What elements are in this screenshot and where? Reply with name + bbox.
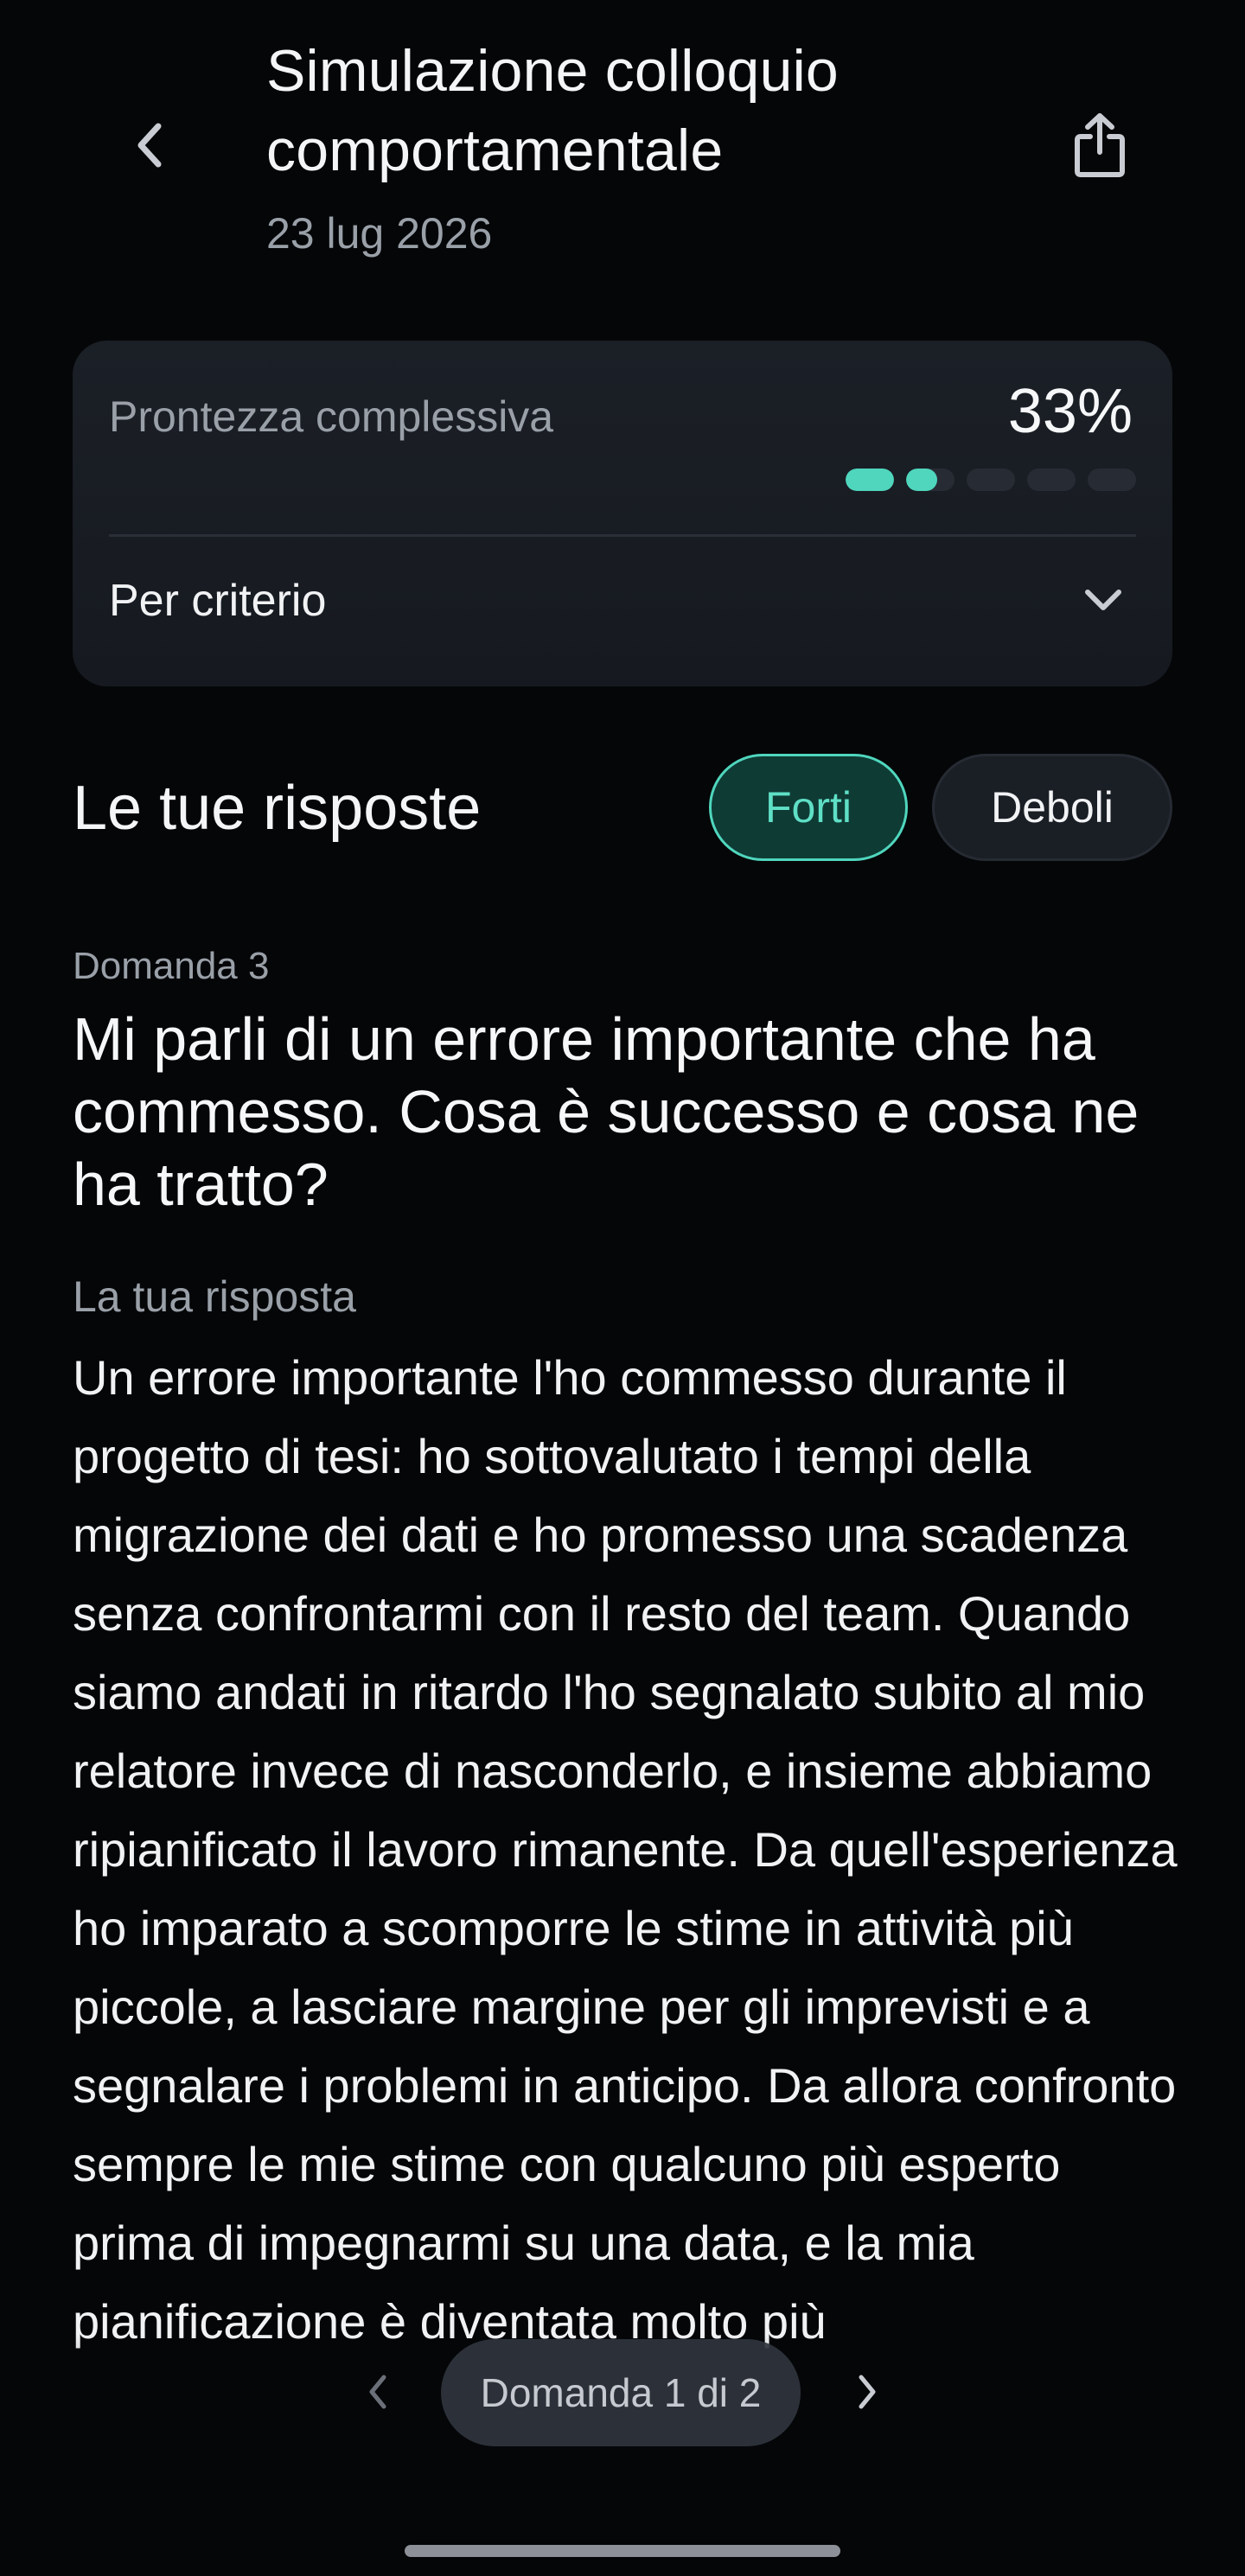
readiness-label: Prontezza complessiva	[109, 392, 554, 441]
criteria-label: Per criterio	[109, 576, 327, 626]
readiness-meter	[846, 469, 1136, 491]
back-button[interactable]	[121, 112, 178, 182]
readiness-card: Prontezza complessiva 33% Per criterio	[73, 341, 1172, 686]
answer-text: Un errore importante l'ho commesso duran…	[73, 1350, 1178, 2349]
chevron-left-icon	[365, 2372, 391, 2416]
share-icon	[1072, 111, 1127, 184]
chevron-down-icon	[1081, 581, 1126, 619]
answers-title: Le tue risposte	[73, 774, 482, 843]
next-question-button[interactable]	[837, 2363, 897, 2424]
meter-segment	[967, 469, 1015, 491]
card-divider	[109, 534, 1136, 537]
previous-question-button[interactable]	[348, 2363, 408, 2424]
chevron-right-icon	[854, 2372, 880, 2416]
meter-segment-fill	[906, 469, 938, 491]
meter-segment	[906, 469, 954, 491]
session-date: 23 lug 2026	[266, 209, 493, 258]
filter-weak-button[interactable]: Deboli	[932, 754, 1172, 861]
meter-segment	[1088, 469, 1136, 491]
criteria-expander[interactable]: Per criterio	[73, 538, 1172, 686]
answer-label: La tua risposta	[73, 1272, 356, 1321]
page-title: Simulazione colloquio comportamentale	[266, 38, 839, 183]
filter-strong-button[interactable]: Forti	[709, 754, 908, 861]
home-indicator	[405, 2545, 840, 2557]
readiness-percent: 33%	[1007, 377, 1133, 446]
meter-segment	[846, 469, 894, 491]
share-button[interactable]	[1063, 107, 1136, 187]
question-text: Mi parli di un errore importante che ha …	[73, 1005, 1140, 1218]
meter-segment	[1027, 469, 1076, 491]
question-pager: Domanda 1 di 2	[441, 2339, 801, 2446]
meter-segment-fill	[846, 469, 894, 491]
question-number: Domanda 3	[73, 945, 270, 987]
chevron-left-icon	[132, 119, 167, 175]
